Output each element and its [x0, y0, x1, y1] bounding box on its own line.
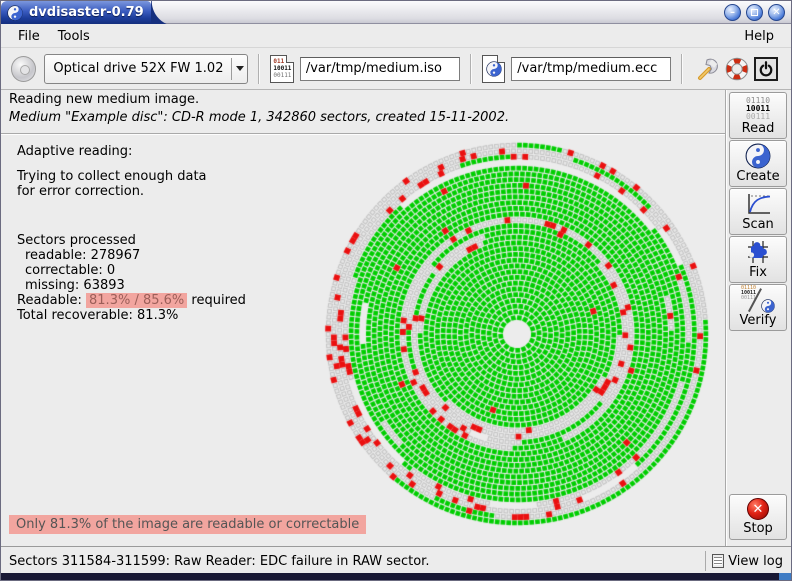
verify-button[interactable]: 01110 10011 00111 Verify — [729, 284, 787, 331]
toolbar-separator — [258, 53, 261, 84]
header: Reading new medium image. Medium "Exampl… — [9, 92, 509, 125]
sidebar-divider — [725, 90, 727, 546]
sectors-readable: readable: 278967 — [25, 248, 141, 263]
image-file-input[interactable] — [299, 56, 460, 81]
resize-corner[interactable] — [779, 573, 791, 580]
lifebuoy-icon — [725, 57, 749, 80]
progress-info: Adaptive reading: Trying to collect enou… — [17, 144, 317, 323]
stop-button[interactable]: ✕ Stop — [729, 494, 787, 540]
binary-icon: 01110 10011 00111 — [745, 96, 771, 121]
create-button[interactable]: Create — [729, 140, 787, 187]
toolbar-separator — [469, 53, 472, 84]
menu-tools[interactable]: Tools — [49, 27, 99, 46]
maximize-icon — [751, 9, 758, 16]
title-bar[interactable]: dvdisaster-0.79 – ✕ — [1, 1, 791, 24]
read-button[interactable]: 01110 10011 00111 Read — [729, 92, 787, 139]
title-tab: dvdisaster-0.79 — [1, 1, 177, 24]
warning-badge: Only 81.3% of the image are readable or … — [9, 515, 367, 534]
fix-button[interactable]: Fix — [729, 236, 787, 283]
preferences-button[interactable] — [693, 54, 722, 84]
toolbar: Optical drive 52X FW 1.02 011 10011 0011… — [1, 48, 791, 90]
log-icon — [712, 554, 725, 568]
wrench-icon — [697, 58, 718, 80]
sectors-correctable: correctable: 0 — [25, 263, 116, 278]
sector-spiral-visualization — [321, 138, 713, 530]
sectors-title: Sectors processed — [17, 233, 136, 248]
drive-select[interactable]: Optical drive 52X FW 1.02 — [44, 53, 249, 84]
scan-button[interactable]: Scan — [729, 188, 787, 235]
image-file-icon: 011 10011 00111 — [270, 54, 294, 83]
readable-highlight: 81.3% / 85.6% — [86, 293, 188, 308]
medium-info: Medium "Example disc": CD-R mode 1, 3428… — [9, 110, 510, 125]
sectors-missing: missing: 63893 — [25, 278, 125, 293]
status-message: Sectors 311584-311599: Raw Reader: EDC f… — [9, 553, 430, 569]
maximize-button[interactable] — [746, 4, 763, 21]
toolbar-separator — [681, 53, 684, 84]
header-divider — [1, 133, 725, 135]
close-button[interactable]: ✕ — [768, 4, 785, 21]
yin-yang-icon — [485, 60, 502, 77]
curve-chart-icon — [748, 194, 771, 214]
verify-icon: 01110 10011 00111 — [741, 285, 775, 313]
menu-bar: File Tools Help — [1, 25, 791, 48]
minimize-icon: – — [730, 6, 735, 18]
view-log-button[interactable]: View log — [712, 554, 783, 569]
stop-icon: ✕ — [747, 498, 769, 520]
help-button[interactable] — [722, 54, 751, 84]
mode-desc-line2: for error correction. — [17, 184, 145, 199]
drive-select-value: Optical drive 52X FW 1.02 — [53, 61, 224, 76]
ecc-file-input[interactable] — [511, 56, 672, 81]
menu-file[interactable]: File — [9, 27, 49, 46]
readable-line: Readable: 81.3% / 85.6% required — [17, 293, 246, 308]
app-logo-icon — [7, 4, 23, 21]
statusbar-separator — [705, 551, 707, 571]
yin-yang-icon — [745, 143, 771, 169]
total-recoverable: Total recoverable: 81.3% — [17, 308, 179, 323]
window-bottom-border — [1, 573, 791, 580]
mode-label: Adaptive reading: — [17, 144, 133, 159]
action-sidebar: 01110 10011 00111 Read Create Scan Fix 0… — [729, 92, 789, 332]
yin-yang-icon — [761, 299, 775, 313]
app-window: dvdisaster-0.79 – ✕ File Tools Help Opti… — [0, 0, 792, 581]
minimize-button[interactable]: – — [724, 4, 741, 21]
chevron-down-icon — [232, 66, 247, 71]
mode-desc-line1: Trying to collect enough data — [17, 169, 207, 184]
drive-status-icon[interactable] — [11, 55, 37, 82]
close-icon: ✕ — [772, 6, 781, 18]
menu-help[interactable]: Help — [735, 27, 783, 46]
puzzle-piece-icon — [748, 241, 768, 263]
power-icon — [754, 56, 779, 81]
page-title: Reading new medium image. — [9, 92, 200, 107]
ecc-file-icon — [481, 54, 506, 83]
status-bar: Sectors 311584-311599: Raw Reader: EDC f… — [1, 546, 791, 575]
quit-button[interactable] — [752, 54, 781, 84]
window-title: dvdisaster-0.79 — [29, 5, 144, 20]
